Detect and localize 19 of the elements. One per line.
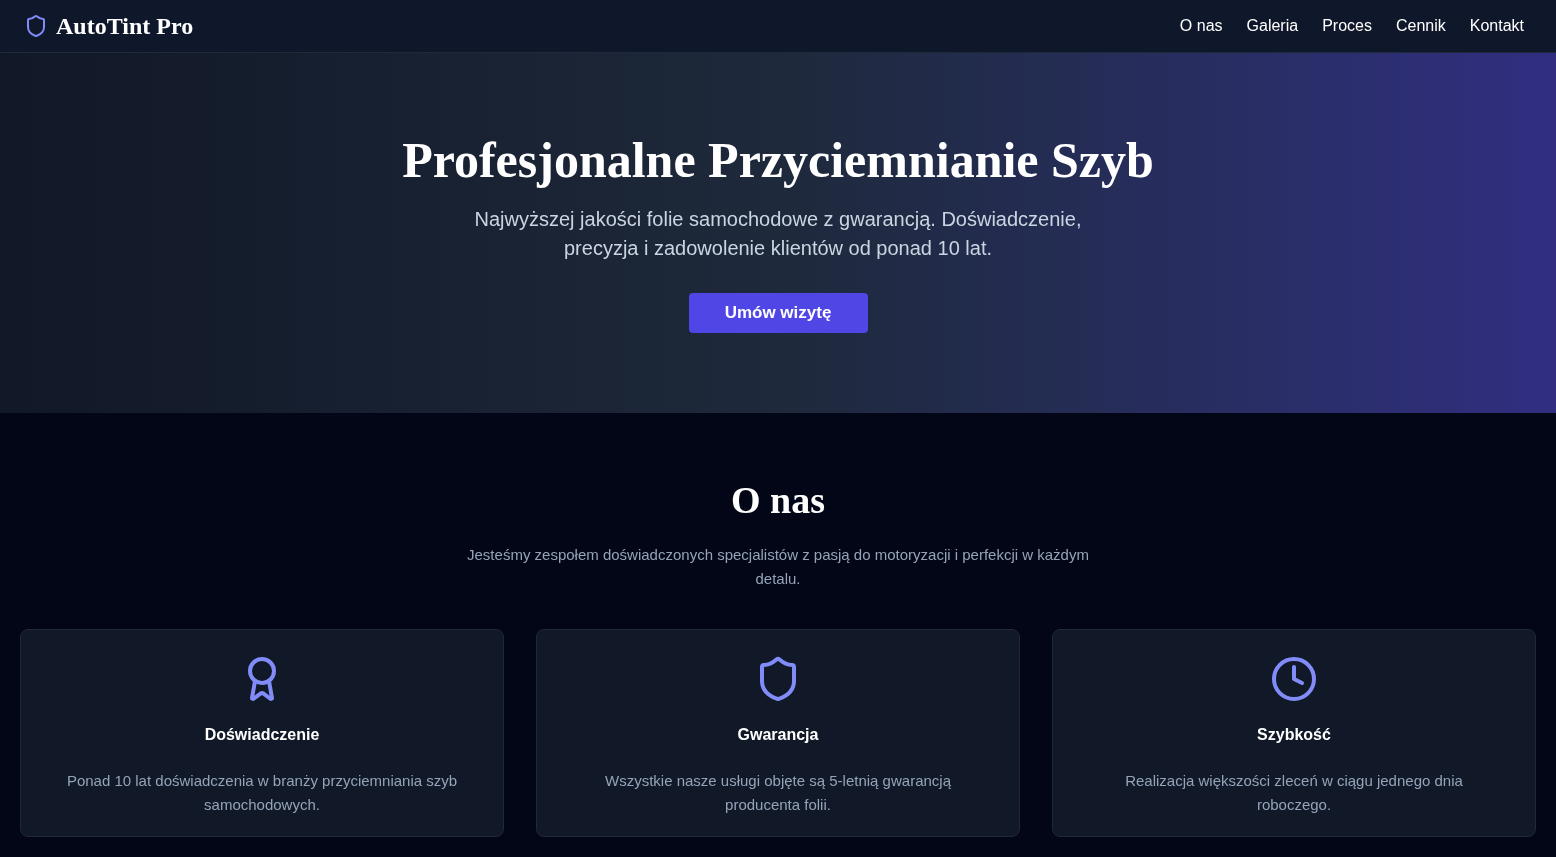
nav-link[interactable]: Proces xyxy=(1322,14,1372,38)
card-text: Ponad 10 lat doświadczenia w branży przyciemniania szyb samochodowych. xyxy=(65,771,459,815)
shield-logo-icon xyxy=(24,14,48,38)
nav-link[interactable]: Galeria xyxy=(1246,14,1299,38)
card-title: Doświadczenie xyxy=(204,725,320,745)
section-title: O nas xyxy=(731,478,825,523)
card-text: Realizacja większości zleceń w ciągu jednego dnia roboczego. xyxy=(1124,771,1464,815)
hero-subtitle: Najwyższej jakości folie samochodowe z gwarancją. Doświadczenie, precyzja i zadowolenie klientów od ponad 10 lat. xyxy=(473,207,1083,261)
card-text: Wszystkie nasze usługi objęte są 5-letnią gwarancją producenta folii. xyxy=(604,771,952,815)
brand-name: AutoTint Pro xyxy=(56,12,194,41)
nav-link[interactable]: O nas xyxy=(1179,14,1223,38)
card-title: Gwarancja xyxy=(737,725,819,745)
section-description: Jesteśmy zespołem doświadczonych specjalistów z pasją do motoryzacji i perfekcji w każdym detalu. xyxy=(466,545,1090,589)
clock-icon xyxy=(1270,655,1318,703)
hero-title: Profesjonalne Przyciemnianie Szyb xyxy=(402,131,1154,189)
nav-link[interactable]: Cennik xyxy=(1395,14,1446,38)
nav-link[interactable]: Kontakt xyxy=(1469,14,1524,38)
card-title: Szybkość xyxy=(1257,725,1331,745)
book-visit-button[interactable]: Umów wizytę xyxy=(688,293,868,333)
